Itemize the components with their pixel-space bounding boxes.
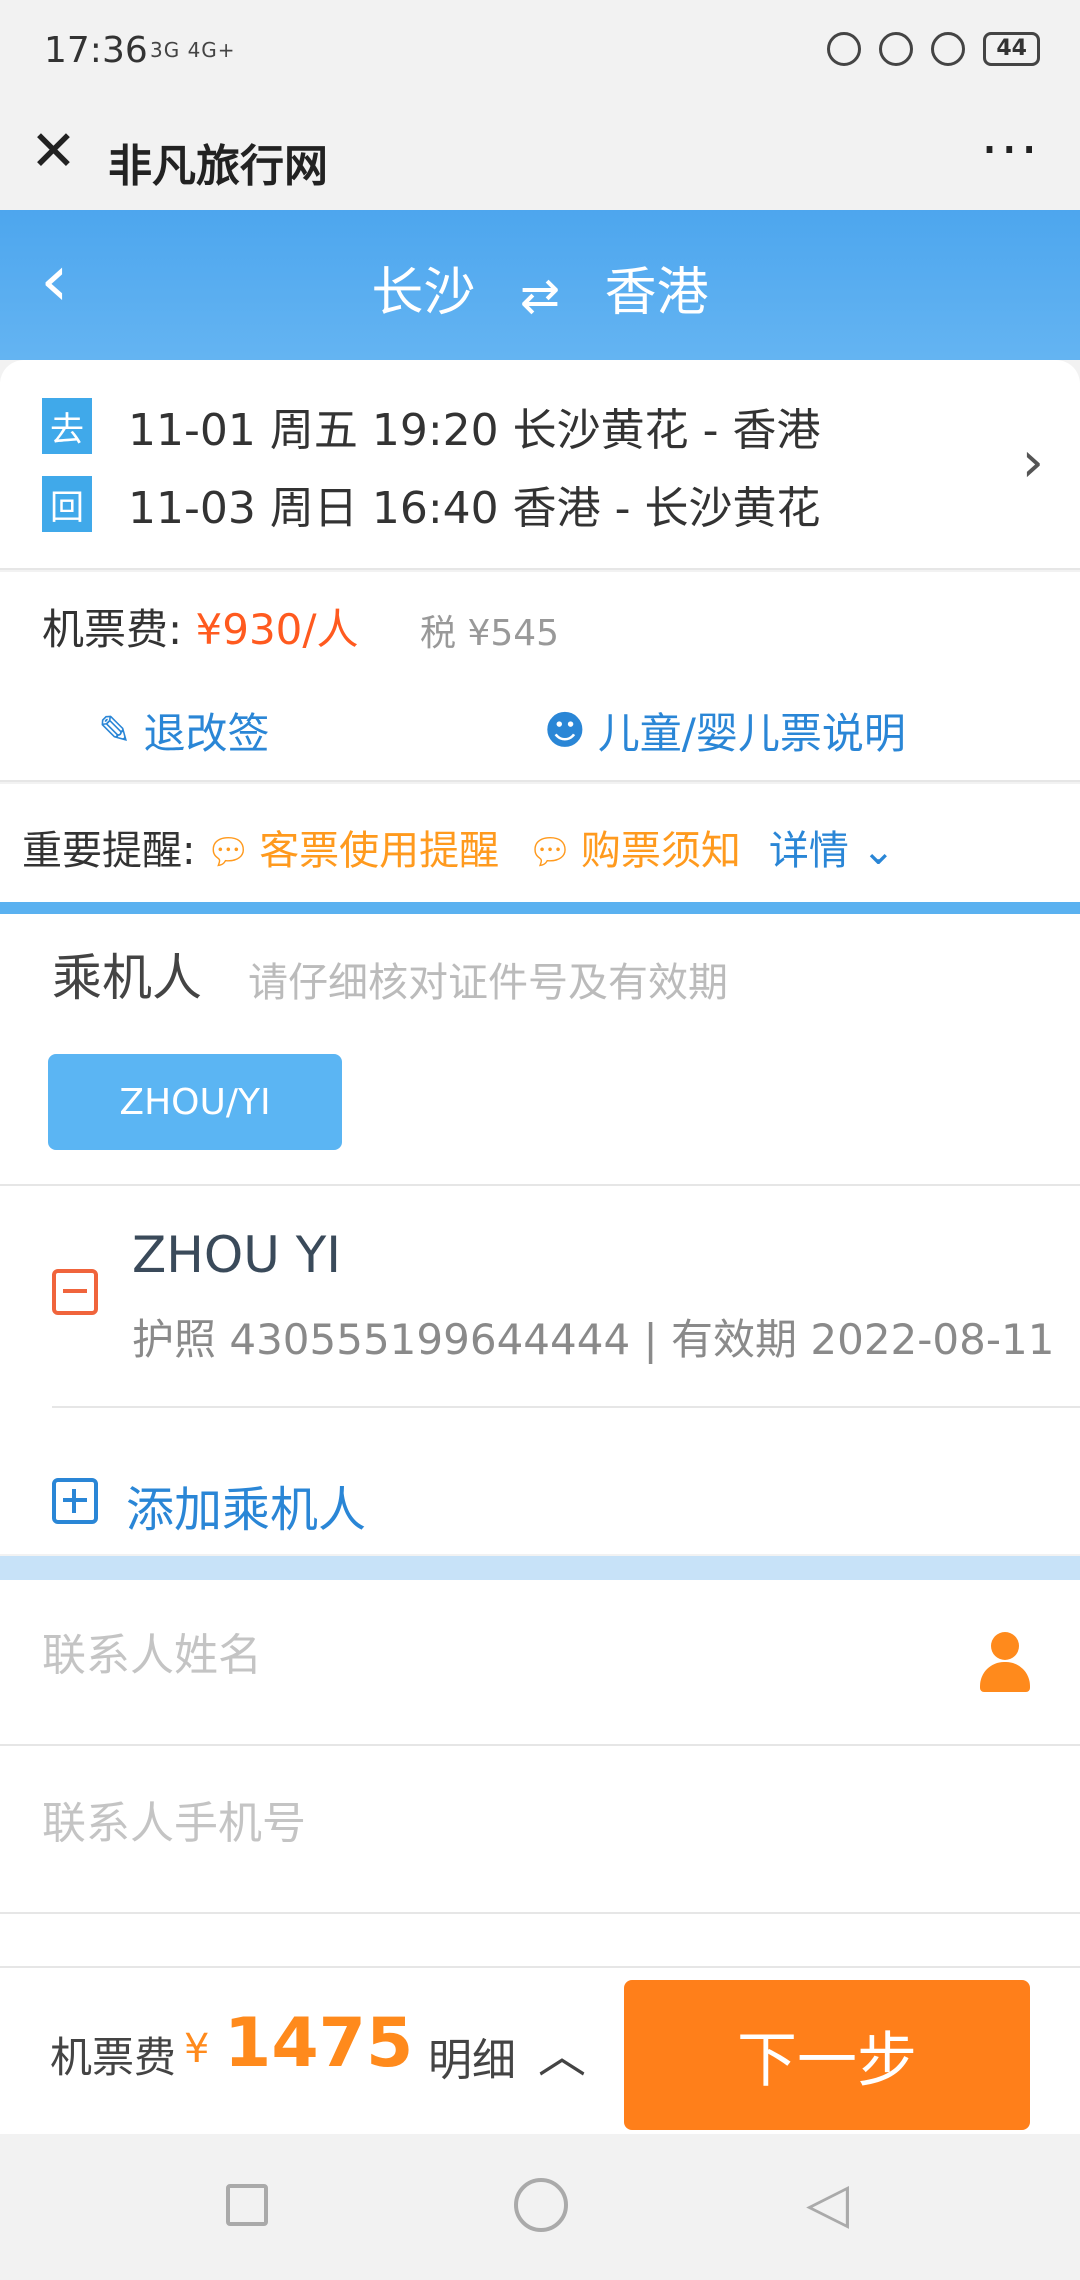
route-title: 长沙 ⇄ 香港 — [0, 250, 1080, 325]
currency-symbol: ¥ — [184, 2026, 210, 2072]
fare-label: 机票费: ¥930/人 — [42, 596, 359, 657]
chevron-up-icon[interactable]: ︿ — [538, 2016, 586, 2086]
signal-icon: 3G 4G+ — [150, 38, 236, 62]
outbound-tag: 去 — [42, 398, 92, 454]
outbound-leg: 去 11-01 周五 19:20 长沙黄花 - 香港 — [42, 394, 820, 458]
wechat-top-bar: ✕ 非凡旅行网 ··· — [0, 100, 1080, 210]
child-ticket-link[interactable]: ☻ 儿童/婴儿票说明 — [544, 700, 906, 761]
add-passenger-button[interactable]: 添加乘机人 — [126, 1470, 366, 1540]
chat-bubble-icon: 💬︎ — [205, 832, 252, 873]
route-from: 长沙 — [371, 263, 476, 323]
divider — [0, 1184, 1080, 1186]
ticket-usage-label: 客票使用提醒 — [259, 828, 500, 874]
back-icon[interactable]: ◁ — [806, 2174, 849, 2234]
reminder-bar: 重要提醒: 💬︎ 客票使用提醒 💬︎ 购票须知 详情 ⌄ — [0, 784, 1080, 902]
fare-tax: 税 ¥545 — [420, 613, 560, 654]
next-step-button[interactable]: 下一步 — [624, 1980, 1030, 2130]
add-icon[interactable] — [52, 1478, 98, 1524]
status-icons: 44 — [827, 32, 1040, 66]
system-nav-bar: ◁ — [0, 2134, 1080, 2280]
vibrate-icon — [827, 32, 862, 66]
passenger-document: 护照 430555199644444 | 有效期 2022-08-11 — [132, 1315, 1055, 1364]
home-icon[interactable] — [514, 2178, 568, 2232]
close-icon[interactable]: ✕ — [30, 122, 77, 182]
details-label: 详情 — [768, 828, 849, 874]
recents-icon[interactable] — [226, 2184, 268, 2226]
passenger-name: ZHOU YI — [132, 1226, 341, 1284]
contact-name-input[interactable] — [42, 1630, 942, 1681]
chat-bubble-icon: 💬︎ — [527, 832, 573, 873]
details-link[interactable]: 详情 ⌄ — [769, 818, 895, 876]
divider — [52, 1406, 1080, 1408]
user-icon[interactable] — [980, 1632, 1030, 1692]
fare-label-text: 机票费: — [42, 605, 183, 654]
fare-section: 机票费: ¥930/人 税 ¥545 ✎ 退改签 ☻ 儿童/婴儿票说明 — [0, 572, 1080, 782]
return-info: 11-03 周日 16:40 香港 - 长沙黄花 — [128, 483, 821, 534]
passenger-chip[interactable]: ZHOU/YI — [48, 1054, 342, 1150]
return-leg: 回 11-03 周日 16:40 香港 - 长沙黄花 — [42, 472, 820, 536]
ticket-usage-reminder-link[interactable]: 💬︎ 客票使用提醒 — [205, 818, 499, 876]
passenger-hint: 请仔细核对证件号及有效期 — [248, 960, 728, 1006]
chevron-down-icon: ⌄ — [861, 828, 896, 874]
battery-icon: 44 — [983, 32, 1040, 66]
chevron-right-icon[interactable]: › — [1022, 430, 1044, 495]
swap-icon[interactable]: ⇄ — [520, 268, 560, 324]
more-icon[interactable]: ··· — [981, 118, 1040, 183]
fare-price: ¥930/人 — [195, 605, 359, 654]
contact-name-row — [0, 1580, 1080, 1746]
reminder-label: 重要提醒: — [22, 828, 196, 874]
purchase-notice-link[interactable]: 💬︎ 购票须知 — [527, 818, 741, 876]
contact-phone-row — [0, 1748, 1080, 1914]
alarm-icon — [931, 32, 966, 66]
contact-section — [0, 1580, 1080, 1970]
price-detail-button[interactable]: 明细 — [428, 2024, 516, 2088]
section-divider — [0, 902, 1080, 914]
child-icon: ☻ — [544, 707, 586, 754]
route-header: ‹ 长沙 ⇄ 香港 — [0, 210, 1080, 360]
lock-icon — [879, 32, 914, 66]
child-ticket-label: 儿童/婴儿票说明 — [597, 709, 906, 758]
remove-passenger-icon[interactable] — [52, 1269, 98, 1315]
status-time: 17:36 — [44, 30, 148, 71]
section-divider — [0, 1556, 1080, 1580]
edit-icon: ✎ — [98, 707, 132, 754]
status-bar: 17:36 3G 4G+ 44 — [0, 0, 1080, 100]
refund-change-link[interactable]: ✎ 退改签 — [98, 700, 270, 761]
outbound-info: 11-01 周五 19:20 长沙黄花 - 香港 — [128, 405, 821, 456]
total-price: 1475 — [224, 2004, 414, 2083]
return-tag: 回 — [42, 476, 92, 532]
trip-card[interactable]: 去 11-01 周五 19:20 长沙黄花 - 香港 回 11-03 周日 16… — [0, 360, 1080, 570]
passenger-section: 乘机人 请仔细核对证件号及有效期 ZHOU/YI ZHOU YI 护照 4305… — [0, 914, 1080, 1554]
total-label: 机票费 — [50, 2033, 177, 2082]
passenger-title: 乘机人 — [52, 949, 202, 1007]
route-to: 香港 — [604, 263, 709, 323]
purchase-notice-label: 购票须知 — [580, 828, 741, 874]
refund-change-label: 退改签 — [143, 709, 270, 758]
bottom-bar: 机票费 ¥ 1475 明细 ︿ 下一步 — [0, 1966, 1080, 2134]
page-title: 非凡旅行网 — [108, 141, 328, 192]
contact-phone-input[interactable] — [42, 1798, 942, 1849]
